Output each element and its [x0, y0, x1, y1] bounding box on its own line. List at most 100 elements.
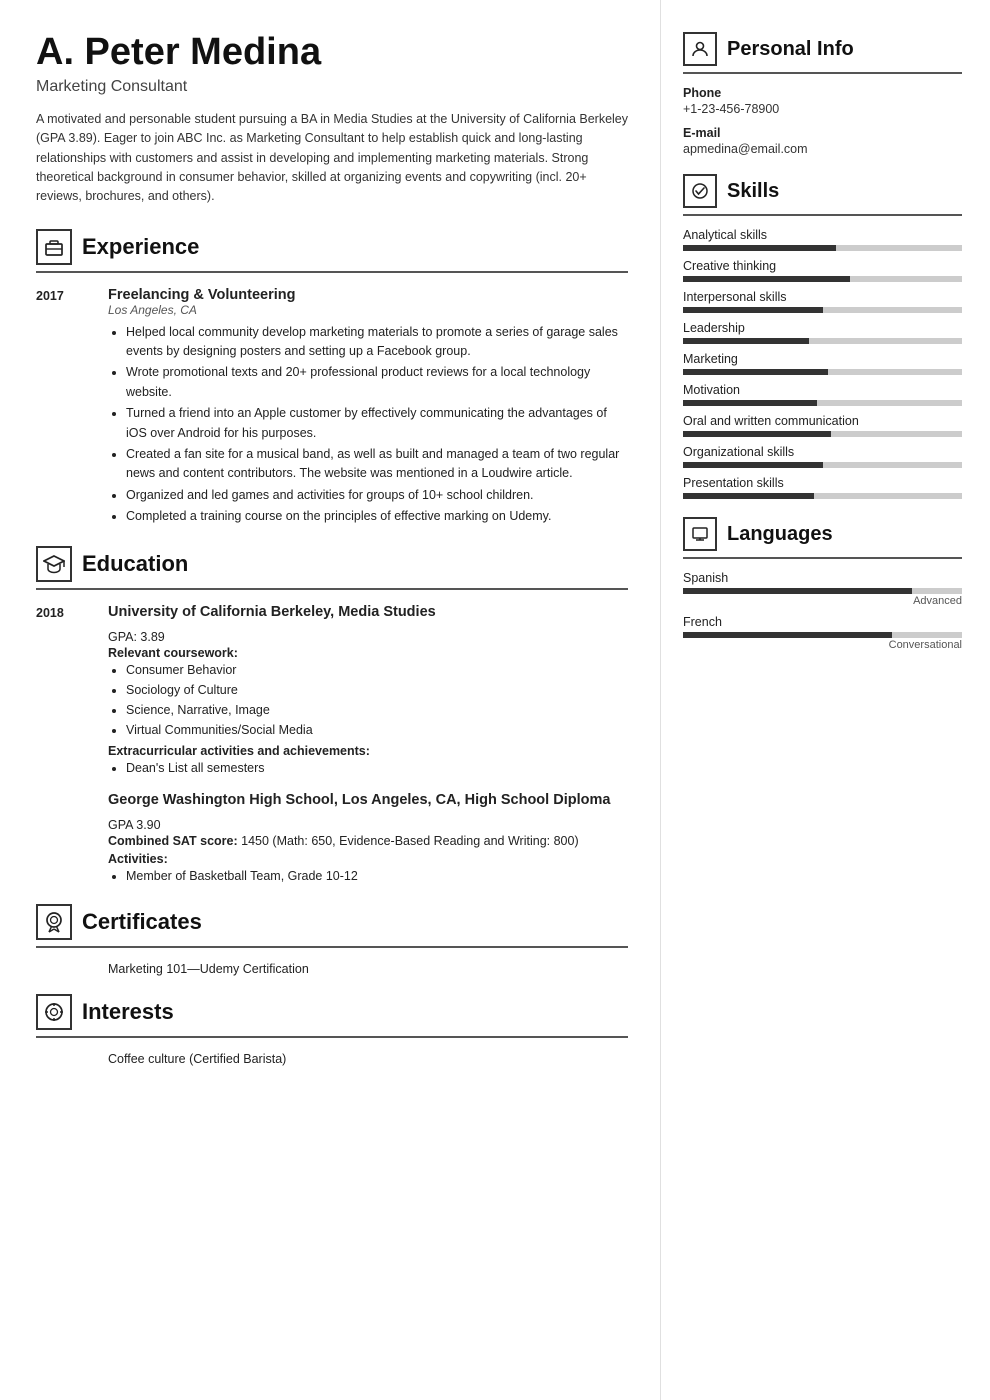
skill-item-7: Organizational skills — [683, 445, 962, 468]
lang-level-0: Advanced — [683, 595, 962, 607]
lang-bar-bg-0 — [683, 588, 962, 594]
interests-header: Interests — [36, 994, 628, 1030]
resume-page: A. Peter Medina Marketing Consultant A m… — [0, 0, 990, 1400]
personal-info-section: Personal Info Phone +1-23-456-78900 E-ma… — [683, 32, 962, 156]
skill-bar-fill-6 — [683, 431, 831, 437]
skill-name-3: Leadership — [683, 321, 962, 335]
skill-bar-bg-6 — [683, 431, 962, 437]
exp-bullet-1-3: Turned a friend into an Apple customer b… — [126, 404, 628, 443]
summary-text: A motivated and personable student pursu… — [36, 110, 628, 207]
personal-info-header: Personal Info — [683, 32, 962, 66]
skill-bar-fill-4 — [683, 369, 828, 375]
skill-bar-fill-3 — [683, 338, 809, 344]
skill-bar-fill-7 — [683, 462, 823, 468]
languages-title: Languages — [727, 523, 833, 546]
edu-entry-2: George Washington High School, Los Angel… — [36, 792, 628, 886]
experience-section: Experience 2017 Freelancing & Volunteeri… — [36, 229, 628, 529]
languages-section: Languages Spanish Advanced French Conver… — [683, 517, 962, 651]
edu-year-1: 2018 — [36, 604, 108, 778]
exp-subtitle-1: Los Angeles, CA — [108, 303, 628, 317]
edu-gpa-2: GPA 3.90 — [108, 818, 628, 832]
skill-name-4: Marketing — [683, 352, 962, 366]
skill-bar-fill-8 — [683, 493, 814, 499]
skill-name-6: Oral and written communication — [683, 414, 962, 428]
certificates-header: Certificates — [36, 904, 628, 940]
phone-label: Phone — [683, 86, 962, 100]
edu-content-1: University of California Berkeley, Media… — [108, 604, 628, 778]
skills-list: Analytical skills Creative thinking Inte… — [683, 228, 962, 499]
languages-list: Spanish Advanced French Conversational — [683, 571, 962, 651]
exp-bullet-1-4: Created a fan site for a musical band, a… — [126, 445, 628, 484]
personal-info-divider — [683, 72, 962, 74]
education-header: Education — [36, 546, 628, 582]
education-icon — [36, 546, 72, 582]
skills-divider — [683, 214, 962, 216]
edu-activities-label-2: Activities: — [108, 852, 628, 866]
skill-bar-bg-7 — [683, 462, 962, 468]
skill-item-8: Presentation skills — [683, 476, 962, 499]
exp-bullet-1-5: Organized and led games and activities f… — [126, 486, 628, 505]
edu-course-1-1: Consumer Behavior — [126, 660, 628, 680]
lang-level-1: Conversational — [683, 639, 962, 651]
skill-bar-bg-0 — [683, 245, 962, 251]
skill-bar-bg-3 — [683, 338, 962, 344]
cert-item-1: Marketing 101—Udemy Certification — [108, 962, 628, 976]
personal-info-title: Personal Info — [727, 38, 854, 61]
phone-value: +1-23-456-78900 — [683, 102, 962, 116]
certificates-divider — [36, 946, 628, 948]
exp-bullet-1-6: Completed a training course on the princ… — [126, 507, 628, 526]
education-divider — [36, 588, 628, 590]
languages-header: Languages — [683, 517, 962, 551]
exp-bullet-1-2: Wrote promotional texts and 20+ professi… — [126, 363, 628, 402]
interests-divider — [36, 1036, 628, 1038]
exp-bullets-1: Helped local community develop marketing… — [108, 323, 628, 527]
lang-name-0: Spanish — [683, 571, 962, 585]
lang-bar-bg-1 — [683, 632, 962, 638]
interests-icon — [36, 994, 72, 1030]
skill-bar-fill-5 — [683, 400, 817, 406]
certificates-title: Certificates — [82, 909, 202, 935]
candidate-name: A. Peter Medina — [36, 32, 628, 74]
education-section: Education 2018 University of California … — [36, 546, 628, 886]
email-value: apmedina@email.com — [683, 142, 962, 156]
edu-entry-1: 2018 University of California Berkeley, … — [36, 604, 628, 778]
experience-header: Experience — [36, 229, 628, 265]
skill-name-5: Motivation — [683, 383, 962, 397]
edu-activities-list-2: Member of Basketball Team, Grade 10-12 — [108, 866, 628, 886]
email-label: E-mail — [683, 126, 962, 140]
skill-bar-fill-2 — [683, 307, 823, 313]
lang-item-0: Spanish Advanced — [683, 571, 962, 607]
lang-name-1: French — [683, 615, 962, 629]
skill-bar-fill-0 — [683, 245, 836, 251]
skill-name-0: Analytical skills — [683, 228, 962, 242]
interests-title: Interests — [82, 999, 174, 1025]
skill-item-0: Analytical skills — [683, 228, 962, 251]
exp-bullet-1-1: Helped local community develop marketing… — [126, 323, 628, 362]
edu-course-1-4: Virtual Communities/Social Media — [126, 720, 628, 740]
certificates-section: Certificates Marketing 101—Udemy Certifi… — [36, 904, 628, 976]
lang-bar-fill-0 — [683, 588, 912, 594]
skill-item-2: Interpersonal skills — [683, 290, 962, 313]
personal-info-icon — [683, 32, 717, 66]
languages-icon — [683, 517, 717, 551]
exp-entry-1: 2017 Freelancing & Volunteering Los Ange… — [36, 287, 628, 529]
edu-activity-1-1: Dean's List all semesters — [126, 758, 628, 778]
skill-item-4: Marketing — [683, 352, 962, 375]
skills-title: Skills — [727, 180, 779, 203]
skill-item-3: Leadership — [683, 321, 962, 344]
job-title: Marketing Consultant — [36, 78, 628, 96]
lang-bar-fill-1 — [683, 632, 892, 638]
edu-course-1-3: Science, Narrative, Image — [126, 700, 628, 720]
edu-year-2 — [36, 792, 108, 886]
edu-content-2: George Washington High School, Los Angel… — [108, 792, 628, 886]
languages-divider — [683, 557, 962, 559]
skill-item-6: Oral and written communication — [683, 414, 962, 437]
edu-sat-row: Combined SAT score: 1450 (Math: 650, Evi… — [108, 834, 628, 848]
edu-activities-label-1: Extracurricular activities and achieveme… — [108, 744, 628, 758]
edu-title-2: George Washington High School, Los Angel… — [108, 792, 628, 808]
experience-title: Experience — [82, 234, 199, 260]
skills-header: Skills — [683, 174, 962, 208]
skill-bar-bg-2 — [683, 307, 962, 313]
skill-name-1: Creative thinking — [683, 259, 962, 273]
side-column: Personal Info Phone +1-23-456-78900 E-ma… — [660, 0, 990, 1400]
